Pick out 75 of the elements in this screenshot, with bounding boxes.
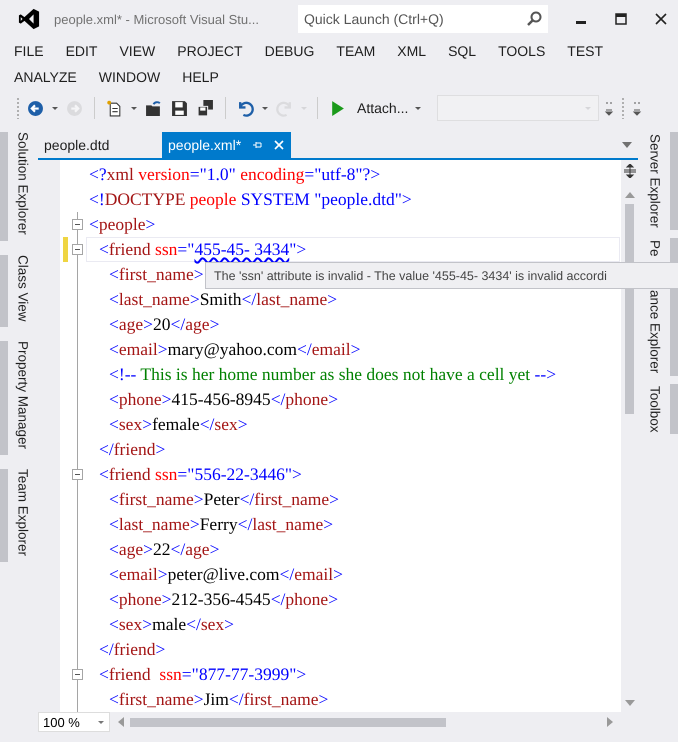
quick-launch-field[interactable]: Quick Launch (Ctrl+Q) xyxy=(298,5,548,33)
undo-icon[interactable] xyxy=(237,100,254,116)
split-icon[interactable] xyxy=(622,164,636,178)
caret-icon[interactable] xyxy=(51,104,59,112)
menu-item[interactable]: VIEW xyxy=(119,38,156,64)
scrollbar-thumb[interactable] xyxy=(130,718,446,726)
play-icon[interactable] xyxy=(329,100,346,116)
caret-icon xyxy=(584,104,592,112)
code-line: <phone>212-356-4545</phone> xyxy=(108,589,338,610)
code-line: <friend ssn="556-22-3446"> xyxy=(98,464,302,485)
code-line: <first_name> xyxy=(108,264,204,285)
code-line: <?xml version="1.0" encoding="utf-8"?> xyxy=(89,164,380,185)
code-line: <!DOCTYPE people SYSTEM "people.dtd"> xyxy=(89,189,412,210)
code-line: <first_name>Peter</first_name> xyxy=(108,489,340,510)
collapse-toggle[interactable] xyxy=(72,219,83,230)
code-line: <email>peter@live.com</email> xyxy=(108,564,343,585)
toolbar-grip[interactable] xyxy=(16,97,20,119)
code-line: <sex>male</sex> xyxy=(108,614,234,635)
save-icon[interactable] xyxy=(171,100,188,116)
window-title: people.xml* - Microsoft Visual Stu... xyxy=(54,12,260,26)
menu-item[interactable]: TEST xyxy=(567,38,604,64)
code-line: <!-- This is her home number as she does not have a cell yet --> xyxy=(108,364,556,385)
collapse-toggle[interactable] xyxy=(72,669,83,680)
collapse-toggle[interactable] xyxy=(72,469,83,480)
pin-icon[interactable] xyxy=(251,139,264,151)
menu-item[interactable]: TEAM xyxy=(336,38,376,64)
attach-button[interactable]: Attach... xyxy=(353,98,426,118)
search-icon[interactable] xyxy=(526,11,542,27)
code-line: <friend ssn="455-45- 3434"> xyxy=(98,239,306,260)
caret-icon[interactable] xyxy=(130,104,138,112)
document-tab[interactable]: people.xml* xyxy=(162,132,292,158)
caret-icon xyxy=(414,104,422,112)
toolbar-overflow-icon[interactable] xyxy=(632,100,642,116)
error-tooltip: The 'ssn' attribute is invalid - The value '455-45- 3434' is invalid accordi xyxy=(205,262,678,289)
menu-item[interactable]: TOOLS xyxy=(498,38,546,64)
menu-item[interactable]: FILE xyxy=(14,38,44,64)
menu-item[interactable]: EDIT xyxy=(66,38,98,64)
caret-icon[interactable] xyxy=(261,104,269,112)
save-all-icon[interactable] xyxy=(197,100,214,116)
code-line: <friend ssn="877-77-3999"> xyxy=(98,664,306,685)
caret-icon xyxy=(97,718,105,726)
side-panel-tab[interactable]: Server Explorer xyxy=(640,132,678,230)
code-line: </friend> xyxy=(98,639,166,660)
toolbar-overflow-icon[interactable] xyxy=(604,100,614,116)
menu-item[interactable]: HELP xyxy=(182,64,219,90)
code-line: <age>22</age> xyxy=(108,539,220,560)
open-folder-icon[interactable] xyxy=(145,100,162,116)
menu-item[interactable]: PROJECT xyxy=(177,38,243,64)
document-tab[interactable]: people.dtd xyxy=(38,132,162,158)
side-panel-tab[interactable]: Solution Explorer xyxy=(0,132,38,241)
code-line: <phone>415-456-8945</phone> xyxy=(108,389,338,410)
new-file-icon[interactable] xyxy=(106,100,123,116)
menu-item[interactable]: ANALYZE xyxy=(14,64,77,90)
logo-icon xyxy=(18,8,40,30)
collapse-toggle[interactable] xyxy=(72,244,83,255)
code-line: <sex>female</sex> xyxy=(108,414,248,435)
maximize-icon[interactable] xyxy=(614,12,628,26)
side-panel-tab[interactable]: Toolbox xyxy=(640,384,678,434)
code-line: <last_name>Ferry</last_name> xyxy=(108,514,334,535)
menu-item[interactable]: SQL xyxy=(448,38,476,64)
menu-item[interactable]: DEBUG xyxy=(264,38,314,64)
code-line: <people> xyxy=(89,214,156,235)
close-icon[interactable] xyxy=(654,12,668,26)
menu-item[interactable]: WINDOW xyxy=(98,64,160,90)
code-line: <email>mary@yahoo.com</email> xyxy=(108,339,360,360)
menu-item[interactable]: XML xyxy=(397,38,426,64)
side-panel-tab[interactable]: Property Manager xyxy=(0,341,38,456)
code-line: </friend> xyxy=(98,439,166,460)
code-line: <first_name>Jim</first_name> xyxy=(108,689,328,710)
code-line: <last_name>Smith</last_name> xyxy=(108,289,338,310)
side-panel-tab[interactable]: Team Explorer xyxy=(0,469,38,562)
side-panel-tab[interactable]: Class View xyxy=(0,254,38,328)
zoom-dropdown[interactable]: 100 % xyxy=(38,712,110,732)
code-line: <age>20</age> xyxy=(108,314,220,335)
tab-list-caret-icon[interactable] xyxy=(622,142,632,148)
